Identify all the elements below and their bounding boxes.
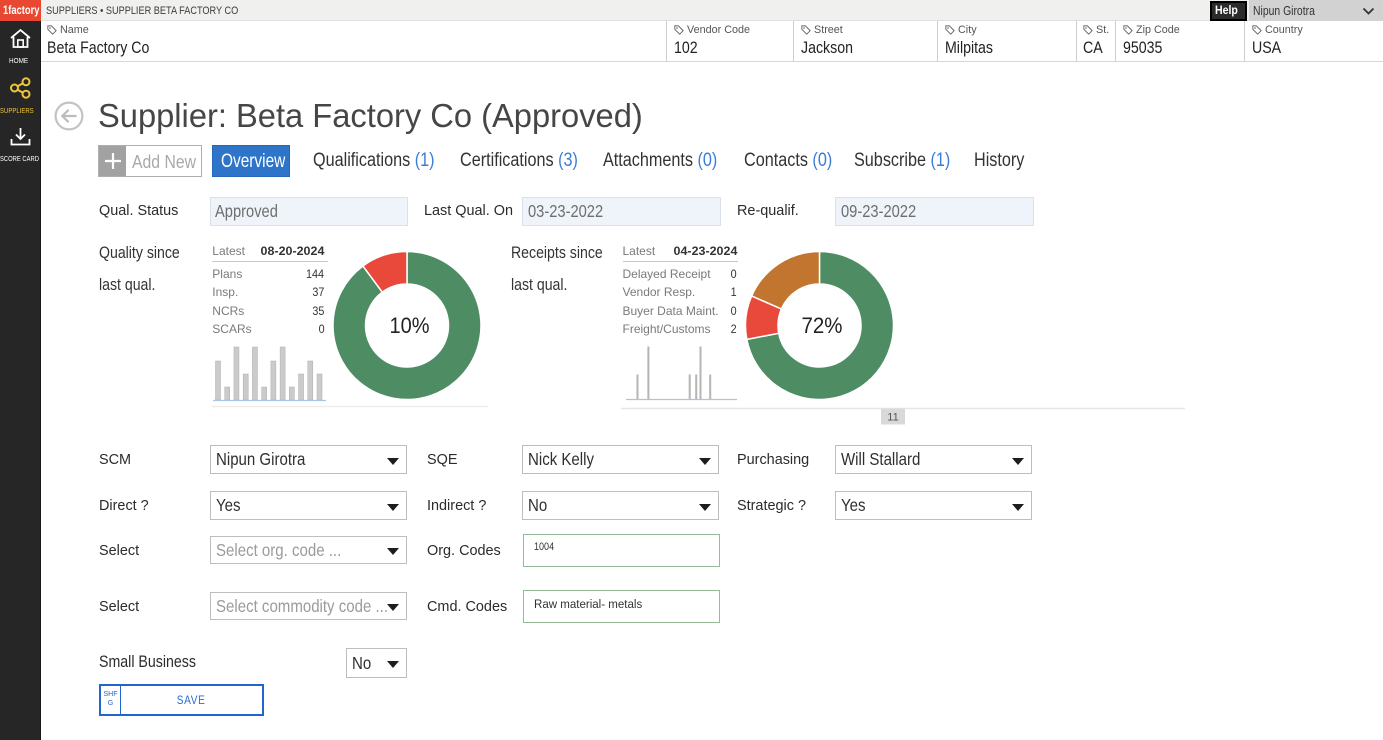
svg-text:10%: 10%: [390, 313, 430, 338]
svg-text:11: 11: [887, 412, 898, 424]
svg-text:72%: 72%: [802, 313, 843, 338]
